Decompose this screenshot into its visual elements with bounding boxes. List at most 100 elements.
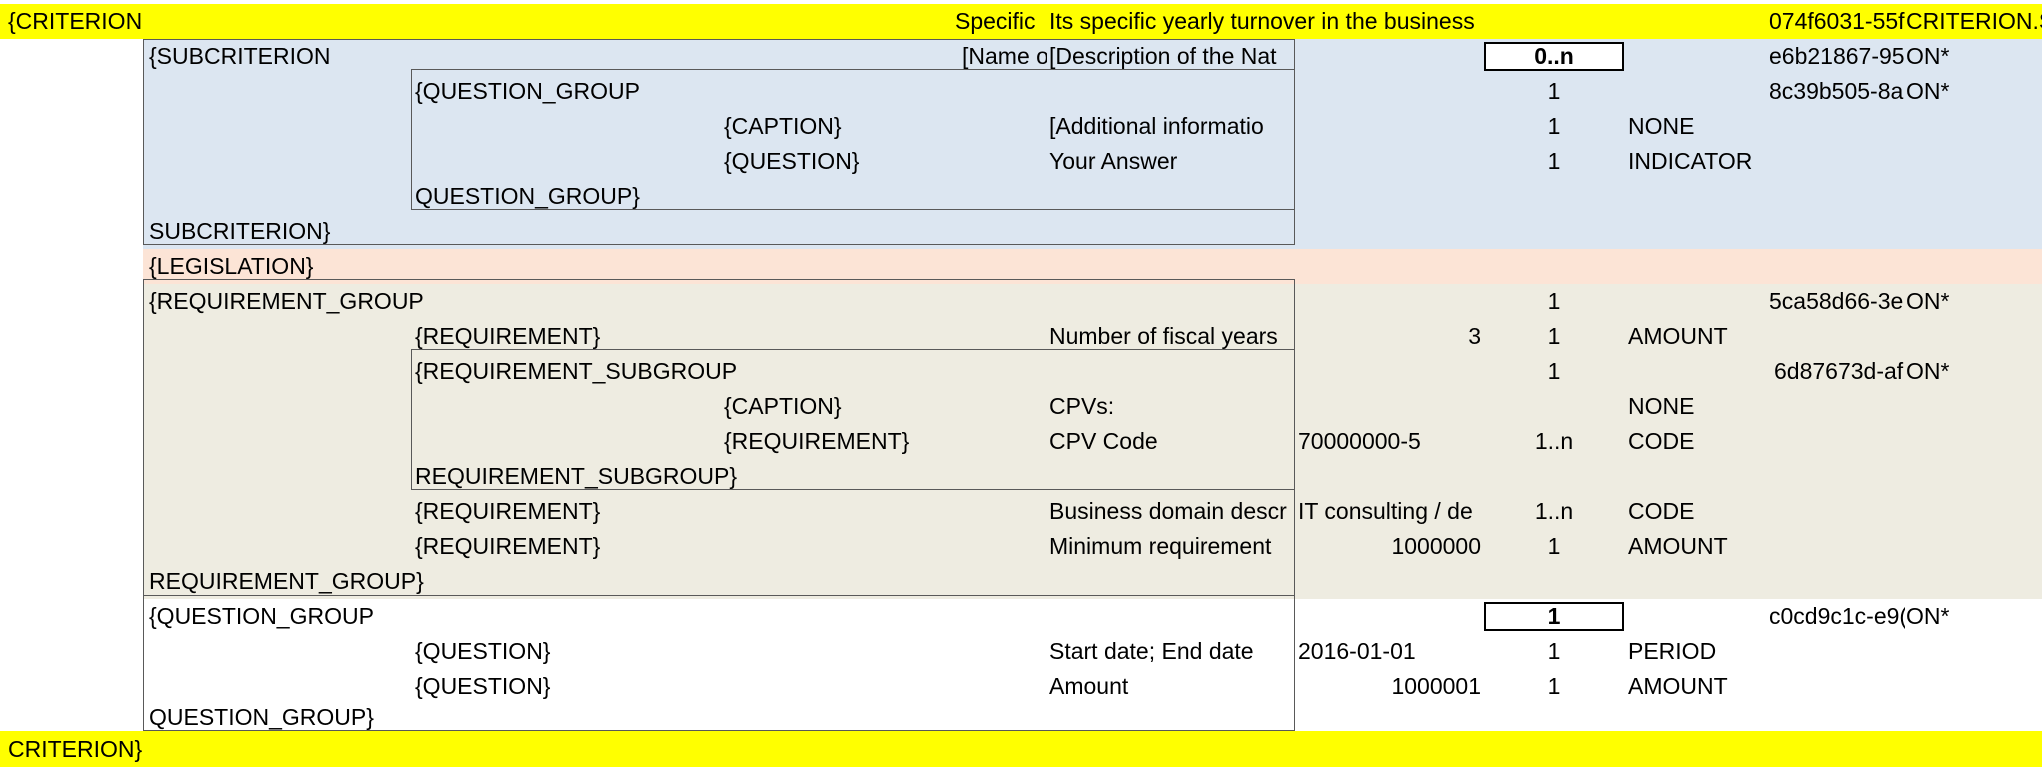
qg-close-row: QUESTION_GROUP} bbox=[0, 704, 2042, 730]
req-group-open-row: {REQUIREMENT_GROUP 1 5ca58d66-3e ON* bbox=[0, 284, 2042, 319]
req-subgroup-caption-row: {CAPTION} CPVs: NONE bbox=[0, 389, 2042, 424]
sub-qg-suffix-cell: ON* bbox=[1906, 78, 1950, 104]
qg-q1-value: 2016-01-01 bbox=[1298, 638, 1416, 664]
sub-qg-cardinality-cell: 1 bbox=[1547, 78, 1561, 104]
sub-qg-close-label: QUESTION_GROUP} bbox=[415, 183, 640, 209]
indent-margin bbox=[0, 389, 143, 424]
req-subgroup-cardinality: 1 bbox=[1547, 358, 1561, 384]
req1-tag: {REQUIREMENT} bbox=[415, 323, 601, 349]
indent-margin bbox=[0, 144, 143, 179]
criterion-close-label: CRITERION} bbox=[8, 736, 143, 762]
req-group-close-row: REQUIREMENT_GROUP} bbox=[0, 564, 2042, 599]
subcriterion-open-label: {SUBCRITERION bbox=[149, 43, 331, 69]
subcriterion-close-row: SUBCRITERION} bbox=[0, 214, 2042, 249]
req-subgroup-req-cardinality: 1..n bbox=[1534, 428, 1574, 454]
req2-row: {REQUIREMENT} Business domain descr IT c… bbox=[0, 494, 2042, 529]
qg-q2-text: Amount bbox=[1049, 673, 1129, 699]
req-group-suffix: ON* bbox=[1906, 288, 1950, 314]
req1-value: 3 bbox=[1468, 323, 1481, 349]
qg-suffix: ON* bbox=[1906, 603, 1950, 629]
sub-question-type: INDICATOR bbox=[1628, 148, 1753, 174]
sub-qg-open-label: {QUESTION_GROUP bbox=[415, 78, 640, 104]
req-subgroup-suffix: ON* bbox=[1906, 358, 1950, 384]
sub-qg-close-row: QUESTION_GROUP} bbox=[0, 179, 2042, 214]
req2-cardinality: 1..n bbox=[1534, 498, 1574, 524]
indent-margin bbox=[0, 564, 143, 599]
sub-qg-id-cell: 8c39b505-8a bbox=[1769, 78, 1904, 104]
req3-tag: {REQUIREMENT} bbox=[415, 533, 601, 559]
qg-q2-cardinality: 1 bbox=[1547, 673, 1561, 699]
criterion-name-cell: Specific bbox=[955, 8, 1036, 34]
sub-question-tag: {QUESTION} bbox=[724, 148, 860, 174]
qg-q2-tag: {QUESTION} bbox=[415, 673, 551, 699]
indent-margin bbox=[0, 39, 143, 74]
req1-type: AMOUNT bbox=[1628, 323, 1728, 349]
req3-text: Minimum requirement bbox=[1049, 533, 1272, 559]
req2-tag: {REQUIREMENT} bbox=[415, 498, 601, 524]
req-group-close-label: REQUIREMENT_GROUP} bbox=[149, 568, 424, 594]
qg-q1-type: PERIOD bbox=[1628, 638, 1717, 664]
criterion-description-cell: Its specific yearly turnover in the busi… bbox=[1049, 8, 1475, 34]
sub-question-cardinality: 1 bbox=[1547, 148, 1561, 174]
legislation-row: {LEGISLATION} bbox=[0, 249, 2042, 284]
req-subgroup-req-type: CODE bbox=[1628, 428, 1695, 454]
req1-text: Number of fiscal years bbox=[1049, 323, 1278, 349]
indent-margin bbox=[0, 354, 143, 389]
indent-margin bbox=[0, 179, 143, 214]
req-subgroup-req-row: {REQUIREMENT} CPV Code 70000000-5 1..n C… bbox=[0, 424, 2042, 459]
req-subgroup-caption-tag: {CAPTION} bbox=[724, 393, 842, 419]
sub-question-row: {QUESTION} Your Answer 1 INDICATOR bbox=[0, 144, 2042, 179]
sub-caption-text: [Additional informatio bbox=[1049, 113, 1264, 139]
req2-type: CODE bbox=[1628, 498, 1695, 524]
sub-question-text: Your Answer bbox=[1049, 148, 1178, 174]
subcriterion-close-label: SUBCRITERION} bbox=[149, 218, 331, 244]
req3-type: AMOUNT bbox=[1628, 533, 1728, 559]
qg-open-row: {QUESTION_GROUP 1 c0cd9c1c-e9( ON* bbox=[0, 599, 2042, 634]
indent-margin bbox=[0, 74, 143, 109]
req-subgroup-close-row: REQUIREMENT_SUBGROUP} bbox=[0, 459, 2042, 494]
req-subgroup-id: 6d87673d-af bbox=[1774, 358, 1904, 384]
criterion-close-row: CRITERION} bbox=[0, 731, 2042, 767]
sub-caption-cardinality: 1 bbox=[1547, 113, 1561, 139]
qg-id: c0cd9c1c-e9( bbox=[1769, 603, 1905, 629]
subcriterion-id-cell: e6b21867-95 bbox=[1769, 43, 1905, 69]
indent-margin bbox=[0, 459, 143, 494]
req-group-id: 5ca58d66-3e bbox=[1769, 288, 1904, 314]
indent-margin bbox=[0, 424, 143, 459]
req-group-open-label: {REQUIREMENT_GROUP bbox=[149, 288, 424, 314]
req-subgroup-caption-text: CPVs: bbox=[1049, 393, 1115, 419]
sub-caption-tag: {CAPTION} bbox=[724, 113, 842, 139]
indent-margin bbox=[0, 529, 143, 564]
req3-cardinality: 1 bbox=[1547, 533, 1561, 559]
req2-text: Business domain descr bbox=[1049, 498, 1287, 524]
indent-margin bbox=[0, 319, 143, 354]
qg-q1-cardinality: 1 bbox=[1547, 638, 1561, 664]
criterion-id-cell: 074f6031-55f bbox=[1769, 8, 1905, 34]
sub-qg-open-row: {QUESTION_GROUP 1 8c39b505-8a ON* bbox=[0, 74, 2042, 109]
req3-row: {REQUIREMENT} Minimum requirement 100000… bbox=[0, 529, 2042, 564]
req-subgroup-open-row: {REQUIREMENT_SUBGROUP 1 6d87673d-af ON* bbox=[0, 354, 2042, 389]
criterion-open-label: {CRITERION bbox=[8, 8, 143, 34]
indent-margin bbox=[0, 284, 143, 319]
qg-close-label: QUESTION_GROUP} bbox=[149, 704, 374, 730]
subcriterion-suffix-cell: ON* bbox=[1906, 43, 1950, 69]
req1-row: {REQUIREMENT} Number of fiscal years 3 1… bbox=[0, 319, 2042, 354]
req-subgroup-open-label: {REQUIREMENT_SUBGROUP bbox=[415, 358, 738, 384]
qg-open-label: {QUESTION_GROUP bbox=[149, 603, 374, 629]
subcriterion-cardinality-badge: 0..n bbox=[1484, 42, 1624, 71]
legislation-label: {LEGISLATION} bbox=[149, 253, 314, 279]
qg-q1-text: Start date; End date bbox=[1049, 638, 1254, 664]
req1-cardinality: 1 bbox=[1547, 323, 1561, 349]
req-subgroup-req-text: CPV Code bbox=[1049, 428, 1158, 454]
sub-caption-row: {CAPTION} [Additional informatio 1 NONE bbox=[0, 109, 2042, 144]
req2-value: IT consulting / de bbox=[1298, 498, 1473, 524]
qg-cardinality-badge: 1 bbox=[1484, 602, 1624, 631]
sub-caption-type: NONE bbox=[1628, 113, 1695, 139]
subcriterion-name-cell: [Name o bbox=[962, 43, 1047, 69]
subcriterion-open-row: {SUBCRITERION [Name o [Description of th… bbox=[0, 39, 2042, 74]
subcriterion-description-cell: [Description of the Nat bbox=[1049, 43, 1277, 69]
req-subgroup-close-label: REQUIREMENT_SUBGROUP} bbox=[415, 463, 738, 489]
qg-q2-value: 1000001 bbox=[1391, 673, 1481, 699]
criterion-type-cell: CRITERION.S bbox=[1906, 8, 2042, 34]
qg-q2-type: AMOUNT bbox=[1628, 673, 1728, 699]
